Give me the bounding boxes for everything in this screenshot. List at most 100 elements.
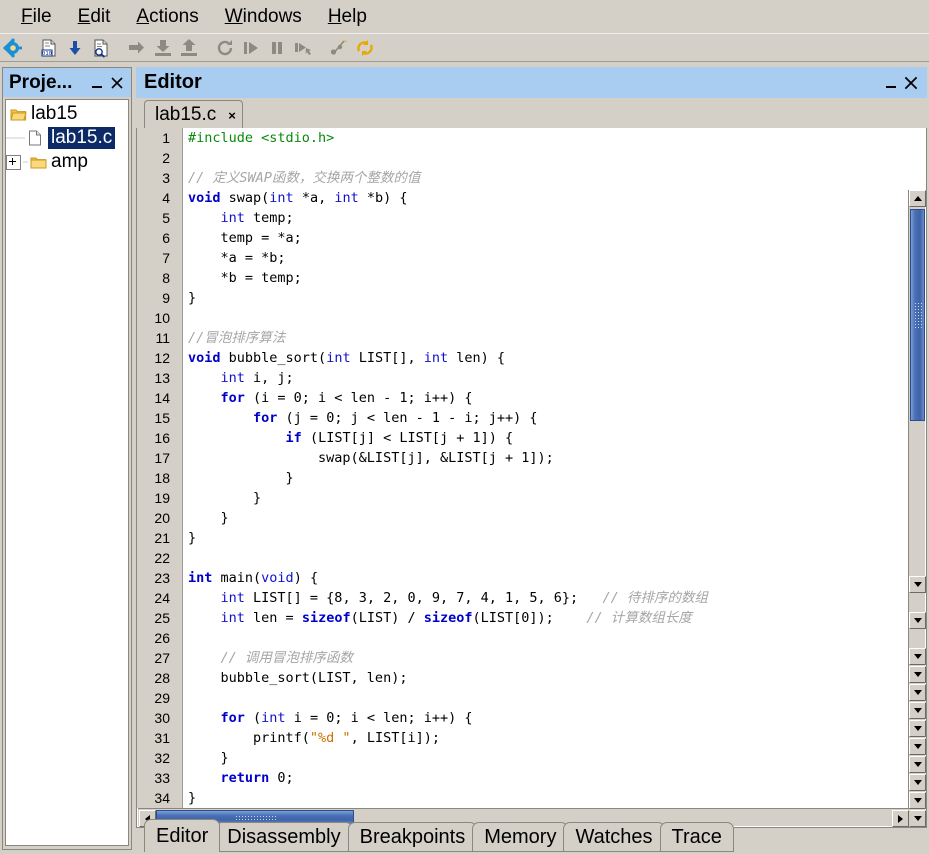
- menu-edit[interactable]: Edit: [65, 5, 124, 28]
- code-line: 26: [137, 628, 909, 648]
- run-to-cursor-icon: [291, 36, 315, 60]
- vscroll-down-button[interactable]: [909, 810, 926, 827]
- line-number: 10: [137, 308, 177, 328]
- code-line-text: //冒泡排序算法: [183, 328, 285, 348]
- vscroll-down-button[interactable]: [909, 576, 926, 593]
- line-number: 31: [137, 728, 177, 748]
- tree-node-lab15[interactable]: lab15: [6, 102, 128, 126]
- document-tab-lab15c[interactable]: lab15.c ×: [144, 100, 243, 129]
- code-line-text: }: [183, 488, 261, 508]
- line-number: 25: [137, 608, 177, 628]
- load-symbols-file-icon[interactable]: [89, 36, 113, 60]
- vscroll-up-button[interactable]: [909, 190, 926, 207]
- vscroll-down-button[interactable]: [909, 612, 926, 629]
- document-tab-close-icon[interactable]: ×: [228, 108, 236, 123]
- tree-connector: [6, 126, 20, 150]
- line-number: 24: [137, 588, 177, 608]
- project-tree[interactable]: lab15 lab15.c amp: [5, 99, 129, 846]
- code-line-text: temp = *a;: [183, 228, 302, 248]
- line-number: 9: [137, 288, 177, 308]
- code-token: bubble_sort(LIST, len);: [188, 670, 408, 686]
- code-token: i = 0; i < len; i++) {: [285, 710, 473, 726]
- menu-windows[interactable]: Windows: [212, 5, 315, 28]
- menu-label: ctions: [149, 6, 199, 27]
- step-over-icon: [125, 36, 149, 60]
- project-close-icon[interactable]: [107, 72, 127, 94]
- vscroll-down-button[interactable]: [909, 756, 926, 773]
- vscroll-down-button[interactable]: [909, 702, 926, 719]
- menu-actions[interactable]: Actions: [123, 5, 211, 28]
- code-line-text: if (LIST[j] < LIST[j + 1]) {: [183, 428, 514, 448]
- download-arrow-icon[interactable]: [63, 36, 87, 60]
- vscroll-down-button[interactable]: [909, 738, 926, 755]
- line-number: 19: [137, 488, 177, 508]
- project-panel: Proje... lab15 lab15.c amp: [2, 67, 132, 850]
- tree-node-lab15-c[interactable]: lab15.c: [6, 126, 128, 150]
- code-token: (LIST) /: [350, 610, 424, 626]
- code-token: LIST[] = {8, 3, 2, 0, 9, 7, 4, 1, 5, 6};: [244, 590, 603, 606]
- run-icon: [239, 36, 263, 60]
- hscroll-right-button[interactable]: [892, 810, 909, 827]
- code-token: void: [261, 570, 294, 586]
- panels-container: Proje... lab15 lab15.c amp Editor lab15.…: [0, 62, 929, 854]
- menu-help[interactable]: Help: [315, 5, 380, 28]
- code-editor[interactable]: 1 #include <stdio.h> 2 3 // 定义SWAP函数，交换两个整数的…: [136, 128, 927, 828]
- vscroll-down-button[interactable]: [909, 684, 926, 701]
- code-line-text: }: [183, 508, 229, 528]
- code-token: *b) {: [358, 190, 408, 206]
- line-number: 33: [137, 768, 177, 788]
- code-token: sizeof: [301, 610, 351, 626]
- code-line-text: [183, 308, 188, 328]
- code-line: 23 int main(void) {: [137, 568, 909, 588]
- tree-node-label: lab15: [31, 103, 78, 124]
- code-line: 6 temp = *a;: [137, 228, 909, 248]
- vscroll-down-button[interactable]: [909, 666, 926, 683]
- editor-close-icon[interactable]: [901, 72, 921, 94]
- code-token: len) {: [448, 350, 506, 366]
- vscroll-down-button[interactable]: [909, 774, 926, 791]
- tab-editor[interactable]: Editor: [144, 819, 221, 852]
- tree-expander-plus-icon[interactable]: [6, 154, 21, 170]
- menu-file[interactable]: File: [8, 5, 65, 28]
- tab-watches[interactable]: Watches: [563, 822, 665, 852]
- code-text-area[interactable]: 1 #include <stdio.h> 2 3 // 定义SWAP函数，交换两个整数的…: [137, 128, 909, 808]
- tab-breakpoints[interactable]: Breakpoints: [347, 822, 478, 852]
- code-line: 2: [137, 148, 909, 168]
- menu-bar: File Edit Actions Windows Help: [0, 0, 929, 33]
- code-line: 5 int temp;: [137, 208, 909, 228]
- line-number: 12: [137, 348, 177, 368]
- code-line-text: int temp;: [183, 208, 294, 228]
- refresh-icon[interactable]: [353, 36, 377, 60]
- code-token: int: [220, 210, 245, 226]
- load-binary-file-icon[interactable]: 010: [37, 36, 61, 60]
- editor-vertical-scrollbar[interactable]: [908, 190, 926, 827]
- line-number: 17: [137, 448, 177, 468]
- code-line-text: int main(void) {: [183, 568, 318, 588]
- vscroll-down-button[interactable]: [909, 720, 926, 737]
- code-token: , LIST[i]);: [350, 730, 440, 746]
- menu-label: ile: [32, 6, 52, 27]
- code-token: temp;: [244, 210, 294, 226]
- vscroll-down-button[interactable]: [909, 648, 926, 665]
- code-line-text: return 0;: [183, 768, 294, 788]
- project-minimize-icon[interactable]: [87, 72, 107, 94]
- vscroll-thumb[interactable]: [910, 209, 925, 421]
- code-line-text: #include <stdio.h>: [183, 128, 334, 148]
- line-number: 6: [137, 228, 177, 248]
- vscroll-down-button[interactable]: [909, 792, 926, 809]
- tab-trace[interactable]: Trace: [659, 822, 734, 852]
- document-tab-strip: lab15.c ×: [136, 98, 927, 129]
- code-token: int: [326, 350, 351, 366]
- editor-minimize-icon[interactable]: [881, 72, 901, 94]
- line-number: 13: [137, 368, 177, 388]
- tab-memory[interactable]: Memory: [472, 822, 569, 852]
- code-line-text: for (int i = 0; i < len; i++) {: [183, 708, 473, 728]
- tab-disassembly[interactable]: Disassembly: [215, 822, 353, 852]
- code-line: 11 //冒泡排序算法: [137, 328, 909, 348]
- gear-icon[interactable]: [1, 36, 25, 60]
- code-line: 24 int LIST[] = {8, 3, 2, 0, 9, 7, 4, 1,…: [137, 588, 909, 608]
- project-panel-titlebar: Proje...: [3, 68, 131, 97]
- tree-node-amp[interactable]: amp: [6, 150, 128, 174]
